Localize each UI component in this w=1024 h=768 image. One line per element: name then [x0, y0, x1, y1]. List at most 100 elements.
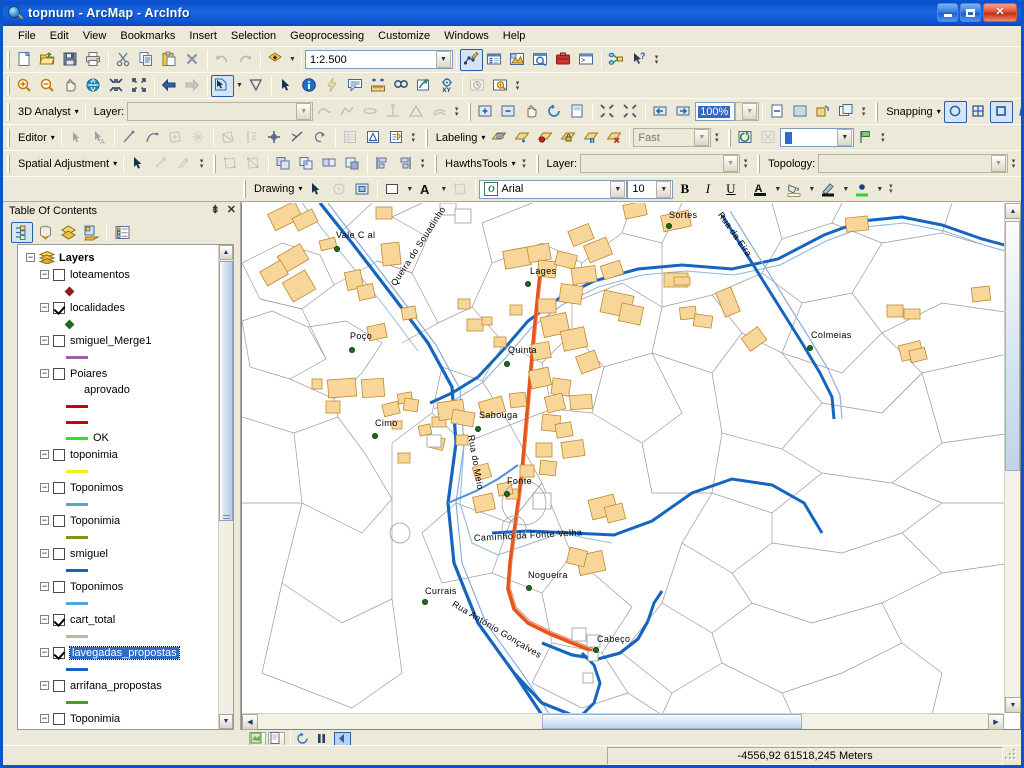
layer-name[interactable]: smiguel [70, 548, 108, 560]
edit-vertices-icon[interactable] [449, 178, 472, 200]
toc-layer-row[interactable]: − arrifana_propostas [22, 677, 218, 694]
toc-layer-row[interactable]: − Toponimia [22, 512, 218, 529]
lock-labels-icon[interactable] [557, 127, 580, 149]
toolbar-grip[interactable] [468, 102, 472, 121]
layer-name[interactable]: toponimia [70, 449, 118, 461]
midpoint-icon[interactable] [187, 127, 210, 149]
line-color-dropdown-icon[interactable]: ▼ [840, 178, 851, 200]
expander-icon[interactable]: − [40, 303, 49, 312]
new-rectangle-dropdown-icon[interactable]: ▼ [404, 178, 415, 200]
symbol-swatch[interactable] [64, 319, 75, 329]
change-layout-icon[interactable] [766, 101, 789, 123]
toolbar-grip[interactable] [7, 154, 10, 173]
map-horizontal-scrollbar[interactable]: ◀ ▶ [242, 713, 1004, 730]
fixed-zoom-in-icon[interactable] [105, 75, 128, 97]
layer-visibility-checkbox[interactable] [53, 448, 65, 461]
contour-icon[interactable] [428, 101, 451, 123]
line-of-sight-icon[interactable] [382, 101, 405, 123]
symbol-swatch[interactable] [64, 286, 75, 296]
html-popup-icon[interactable] [344, 75, 367, 97]
toc-vertical-scrollbar[interactable]: ▲ ▼ [218, 245, 233, 729]
toc-layer-row[interactable]: − loteamentos [22, 266, 218, 283]
trace-icon[interactable] [217, 127, 240, 149]
chevron-down-icon[interactable]: ▼ [296, 103, 312, 120]
menu-windows[interactable]: Windows [437, 28, 496, 44]
zoom-100-icon[interactable] [619, 101, 642, 123]
cut-icon[interactable] [112, 49, 135, 71]
construct-polygon-icon[interactable] [164, 127, 187, 149]
select-by-polygon-icon[interactable] [245, 75, 268, 97]
transparency-dropdown[interactable]: ▼ [735, 102, 760, 121]
toolbar-overflow-icon[interactable]: ▾ ▾ [877, 127, 888, 149]
archive-flag-icon[interactable] [854, 127, 877, 149]
zoom-out-fixed-icon[interactable] [497, 101, 520, 123]
auto-hide-pin-icon[interactable]: ⇟ [211, 203, 220, 216]
reshape-feature-icon[interactable] [309, 127, 332, 149]
toolbar-grip[interactable] [434, 154, 438, 173]
menu-selection[interactable]: Selection [224, 28, 283, 44]
symbol-swatch[interactable] [66, 420, 88, 424]
spatial-adjustment-menu[interactable]: Spatial Adjustment [13, 158, 120, 170]
drawing-menu[interactable]: Drawing [249, 183, 305, 195]
maximize-button[interactable] [960, 3, 981, 22]
toolbar-overflow-icon[interactable]: ▾ ▾ [651, 49, 662, 71]
end-snapping-icon[interactable] [967, 101, 990, 123]
new-text-icon[interactable]: A [415, 178, 438, 200]
edge-snapping-icon[interactable] [1013, 101, 1021, 123]
chevron-down-icon[interactable]: ▼ [656, 180, 672, 198]
map-canvas[interactable]: Vale C al Sortes Lages Colmeias Poço Quinta Sa… [242, 203, 1004, 713]
bold-button[interactable]: B [673, 178, 696, 200]
fill-color-dropdown-icon[interactable]: ▼ [806, 178, 817, 200]
endpoint-arc-icon[interactable] [141, 127, 164, 149]
print-icon[interactable] [82, 49, 105, 71]
expander-icon[interactable]: − [40, 483, 49, 492]
layer-name[interactable]: Toponimos [70, 482, 123, 494]
scroll-thumb[interactable] [219, 261, 233, 521]
toolbar-grip[interactable] [875, 102, 879, 121]
merge-icon[interactable] [318, 153, 341, 175]
whats-this-help-icon[interactable]: ? [628, 49, 651, 71]
go-back-extent-icon[interactable] [649, 101, 672, 123]
3d-analyst-menu[interactable]: 3D Analyst [13, 106, 82, 118]
interpolate-polygon-icon[interactable] [336, 101, 359, 123]
symbol-swatch[interactable] [66, 634, 88, 638]
version-combo[interactable]: ▼ [780, 128, 855, 147]
label-priority-icon[interactable] [511, 127, 534, 149]
line-color-icon[interactable] [817, 178, 840, 200]
analyst-layer-combo[interactable]: ▼ [127, 102, 314, 121]
toolbar-grip[interactable] [424, 128, 428, 147]
symbol-swatch[interactable] [66, 404, 88, 408]
list-by-selection-icon[interactable] [80, 222, 102, 243]
view-unplaced-labels-icon[interactable] [603, 127, 626, 149]
layer-visibility-checkbox[interactable] [53, 547, 65, 560]
toolbar-overflow-icon[interactable]: ▾ ▾ [451, 101, 462, 123]
interpolate-line-icon[interactable] [313, 101, 336, 123]
marker-color-dropdown-icon[interactable]: ▼ [874, 178, 885, 200]
hyperlink-icon[interactable] [321, 75, 344, 97]
chevron-down-icon[interactable]: ▼ [610, 180, 626, 198]
toolbar-overflow-icon[interactable]: ▾ ▾ [711, 127, 722, 149]
symbol-swatch[interactable] [66, 601, 88, 605]
vertex-snapping-icon[interactable] [989, 100, 1013, 123]
expander-icon[interactable]: − [40, 648, 49, 657]
clip-icon[interactable] [341, 153, 364, 175]
toc-layer-row[interactable]: − Toponimos [22, 479, 218, 496]
symbol-swatch[interactable] [66, 700, 88, 704]
toc-layer-row[interactable]: − Poiares [22, 365, 218, 382]
close-icon[interactable]: ✕ [227, 203, 236, 216]
go-to-xy-icon[interactable]: XY [436, 75, 459, 97]
map-scroll-right-button[interactable]: ▶ [988, 714, 1004, 730]
layer-visibility-checkbox[interactable] [53, 481, 65, 494]
menu-customize[interactable]: Customize [371, 28, 437, 44]
close-button[interactable]: ✕ [983, 3, 1017, 22]
python-window-icon[interactable]: > [575, 49, 598, 71]
union-icon[interactable] [272, 153, 295, 175]
add-data-dropdown-icon[interactable]: ▼ [287, 49, 298, 71]
expander-icon[interactable]: − [26, 253, 35, 262]
split-tool-icon[interactable] [240, 127, 263, 149]
toc-options-icon[interactable] [111, 222, 133, 243]
catalog-icon[interactable] [506, 49, 529, 71]
layer-name[interactable]: arrifana_propostas [70, 680, 162, 692]
rotate-icon[interactable] [263, 127, 286, 149]
toc-layer-row[interactable]: − cart_total [22, 611, 218, 628]
